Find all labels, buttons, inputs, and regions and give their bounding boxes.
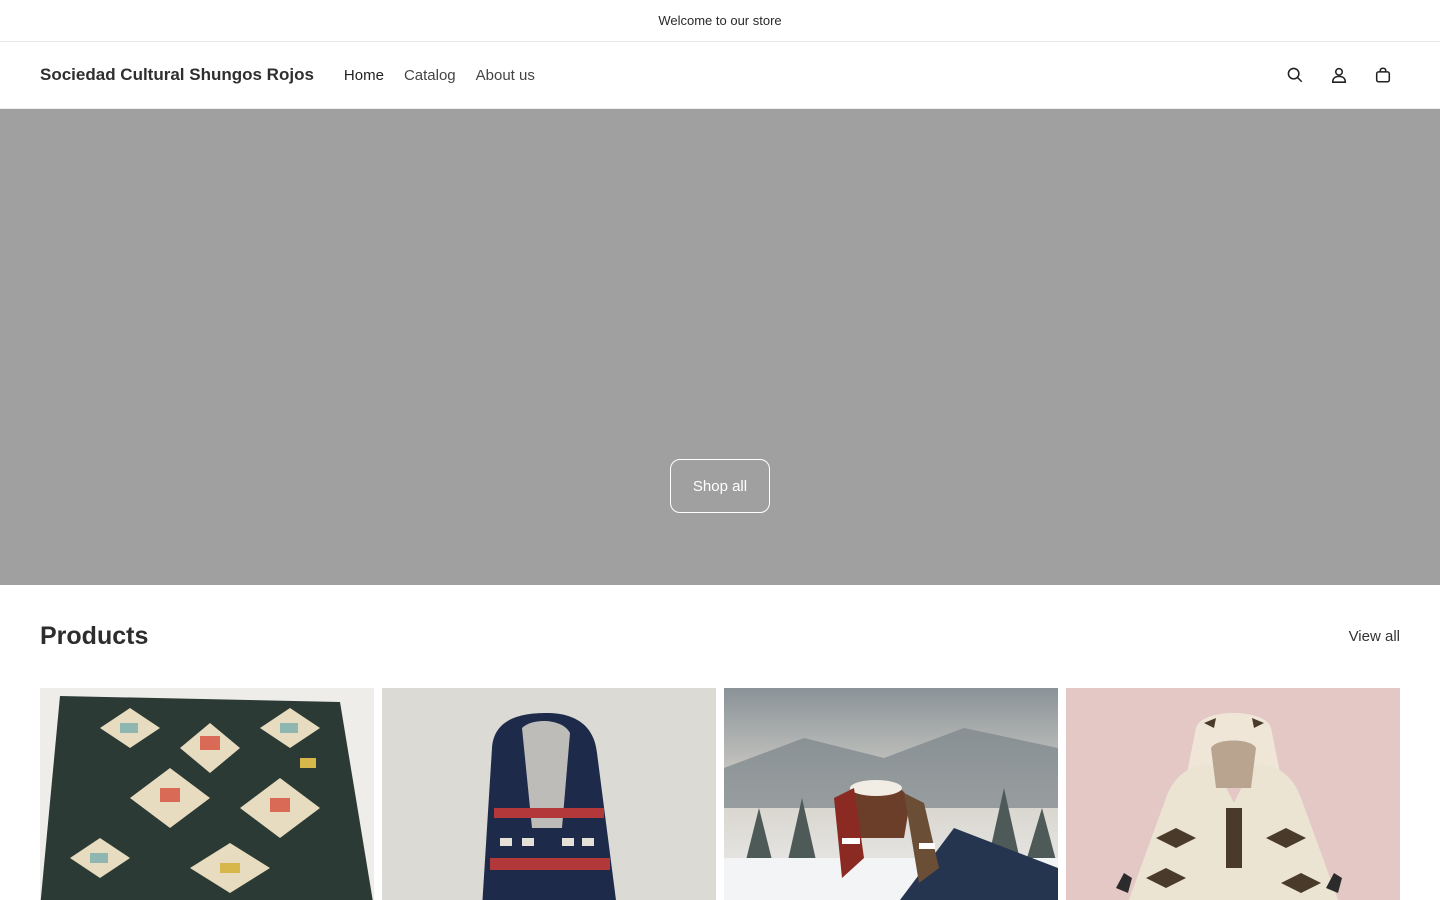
nav-home[interactable]: Home [334, 67, 394, 84]
cart-icon [1375, 67, 1391, 83]
view-all-link[interactable]: View all [1349, 628, 1400, 645]
products-header: Products View all [40, 585, 1400, 688]
shop-all-button[interactable]: Shop all [670, 459, 770, 513]
search-button[interactable] [1278, 58, 1312, 92]
product-image-blanket [40, 688, 374, 900]
product-card[interactable] [40, 688, 374, 900]
nav-catalog[interactable]: Catalog [394, 67, 466, 84]
hero-banner: Shop all [0, 109, 1440, 585]
search-icon [1287, 67, 1303, 83]
account-button[interactable] [1322, 58, 1356, 92]
product-image-poncho [1066, 688, 1400, 900]
product-image-hooded-sweater [382, 688, 716, 900]
cart-button[interactable] [1366, 58, 1400, 92]
account-icon [1331, 67, 1347, 83]
store-logo[interactable]: Sociedad Cultural Shungos Rojos [40, 65, 314, 85]
product-card[interactable] [724, 688, 1058, 900]
products-title: Products [40, 622, 149, 650]
product-image-mittens-cocoa [724, 688, 1058, 900]
announcement-bar: Welcome to our store [0, 0, 1440, 42]
announcement-text: Welcome to our store [658, 13, 782, 28]
product-card[interactable] [1066, 688, 1400, 900]
site-header: Sociedad Cultural Shungos Rojos Home Cat… [0, 42, 1440, 109]
product-grid [40, 688, 1400, 900]
nav-about-us[interactable]: About us [466, 67, 545, 84]
main-nav: Home Catalog About us [334, 67, 545, 84]
products-section: Products View all [0, 585, 1440, 900]
product-card[interactable] [382, 688, 716, 900]
header-icons [1278, 58, 1400, 92]
